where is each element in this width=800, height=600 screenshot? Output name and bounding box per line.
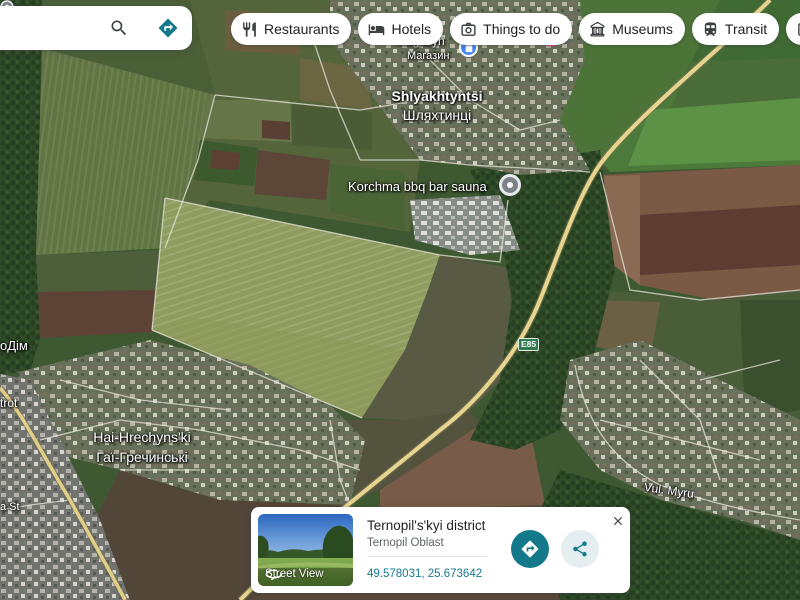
card-directions-button[interactable] — [511, 530, 549, 568]
place-title: Ternopil's'kyi district — [367, 518, 486, 533]
place-card: Street View Ternopil's'kyi district Tern… — [251, 507, 630, 593]
search-button[interactable] — [107, 17, 131, 39]
street-view-360-icon — [265, 569, 283, 580]
chip-label: Transit — [724, 21, 768, 37]
field — [36, 250, 166, 292]
field — [640, 205, 800, 275]
edge-place-label[interactable]: trot — [0, 397, 17, 409]
pin-dot — [507, 182, 513, 188]
poi-pin-korchma[interactable] — [499, 174, 521, 196]
directions-button[interactable] — [156, 16, 180, 40]
directions-icon — [158, 18, 178, 38]
share-button[interactable] — [561, 530, 599, 568]
camera-icon — [461, 22, 476, 36]
museum-icon — [590, 21, 605, 36]
category-chips: Restaurants Hotels Things to do Museums … — [231, 13, 800, 49]
field — [38, 290, 161, 338]
field — [292, 104, 372, 150]
restaurant-icon — [243, 21, 256, 37]
street-view-label: Street View — [265, 568, 324, 580]
chip-more-category[interactable]: P — [786, 13, 800, 45]
search-icon — [111, 20, 127, 36]
chip-things-to-do[interactable]: Things to do — [450, 13, 573, 45]
village-label-shlyakhtyntsi[interactable]: Shlyakhtyntsi — [377, 89, 497, 103]
hotel-icon — [369, 24, 385, 35]
chip-restaurants[interactable]: Restaurants — [231, 13, 352, 45]
place-subtitle: Ternopil Oblast — [367, 537, 444, 549]
search-box — [0, 6, 192, 50]
share-icon — [573, 541, 587, 557]
category-icon — [798, 22, 800, 36]
close-card-button[interactable] — [610, 513, 626, 529]
village-label-hai-hrechynski[interactable]: Hai-Hrechyns'ki — [72, 430, 212, 444]
close-icon — [613, 516, 623, 526]
village-label-shlyakhtyntsi-local[interactable]: Шляхтинці — [377, 108, 497, 122]
train-icon — [704, 21, 717, 36]
place-coordinates[interactable]: 49.578031, 25.673642 — [367, 568, 482, 580]
chip-transit[interactable]: Transit — [691, 13, 780, 45]
directions-icon — [521, 540, 539, 558]
chip-label: Museums — [612, 21, 673, 37]
edge-place-label[interactable]: оДім — [0, 339, 28, 352]
chip-label: Hotels — [391, 21, 432, 37]
poi-label-korchma[interactable]: Korchma bbq bar sauna — [348, 180, 487, 193]
street-label-west: a St — [0, 501, 20, 513]
card-divider — [367, 556, 487, 557]
place-label-store-local[interactable]: Магазин — [407, 51, 449, 62]
highway-shield: E85 — [518, 338, 539, 351]
chip-label: Restaurants — [264, 21, 340, 37]
field — [262, 120, 290, 140]
forest-strip — [0, 0, 42, 374]
chip-museums[interactable]: Museums — [579, 13, 685, 45]
chip-label: Things to do — [483, 21, 561, 37]
chip-hotels[interactable]: Hotels — [358, 13, 444, 45]
street-view-thumbnail[interactable]: Street View — [258, 514, 353, 586]
search-input[interactable] — [0, 6, 98, 50]
village-label-hai-hrechynski-local[interactable]: Гаї-Гречинські — [72, 450, 212, 464]
field — [210, 150, 240, 170]
